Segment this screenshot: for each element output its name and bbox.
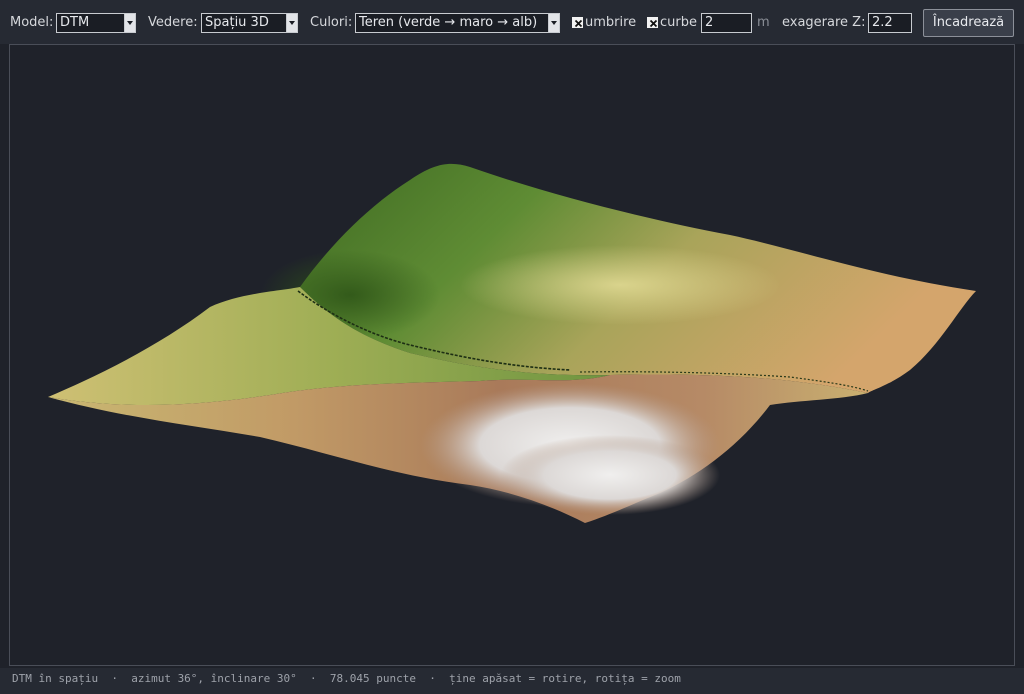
status-text: DTM în spațiu · azimut 36°, înclinare 30… [12, 672, 681, 685]
colors-select[interactable]: Teren (verde → maro → alb) [355, 13, 560, 33]
contours-checkbox[interactable] [647, 17, 658, 28]
fit-view-button[interactable]: Încadrează [923, 9, 1014, 37]
terrain-3d-viewport[interactable] [9, 44, 1015, 666]
z-exaggeration-label: exagerare Z: [782, 15, 866, 30]
terrain-surface [48, 163, 976, 523]
z-exaggeration-input[interactable]: 2.2 [868, 13, 912, 33]
view-label: Vedere: [148, 15, 198, 30]
contour-unit: m [757, 15, 770, 30]
shading-label: umbrire [585, 15, 637, 30]
toolbar: Model: DTM Vedere: Spațiu 3D Culori: Ter… [0, 0, 1024, 44]
status-bar: DTM în spațiu · azimut 36°, înclinare 30… [0, 668, 1024, 694]
model-select-value: DTM [60, 15, 90, 30]
model-select[interactable]: DTM [56, 13, 136, 33]
check-icon [649, 19, 658, 28]
view-select[interactable]: Spațiu 3D [201, 13, 298, 33]
colors-label: Culori: [310, 15, 353, 30]
shading-checkbox[interactable] [572, 17, 583, 28]
colors-select-value: Teren (verde → maro → alb) [359, 15, 538, 30]
contours-label: curbe [660, 15, 697, 30]
check-icon [574, 19, 583, 28]
view-select-value: Spațiu 3D [205, 15, 269, 30]
chevron-down-icon[interactable] [124, 14, 135, 32]
model-label: Model: [10, 15, 54, 30]
chevron-down-icon[interactable] [548, 14, 559, 32]
chevron-down-icon[interactable] [286, 14, 297, 32]
contour-interval-input[interactable]: 2 [701, 13, 752, 33]
